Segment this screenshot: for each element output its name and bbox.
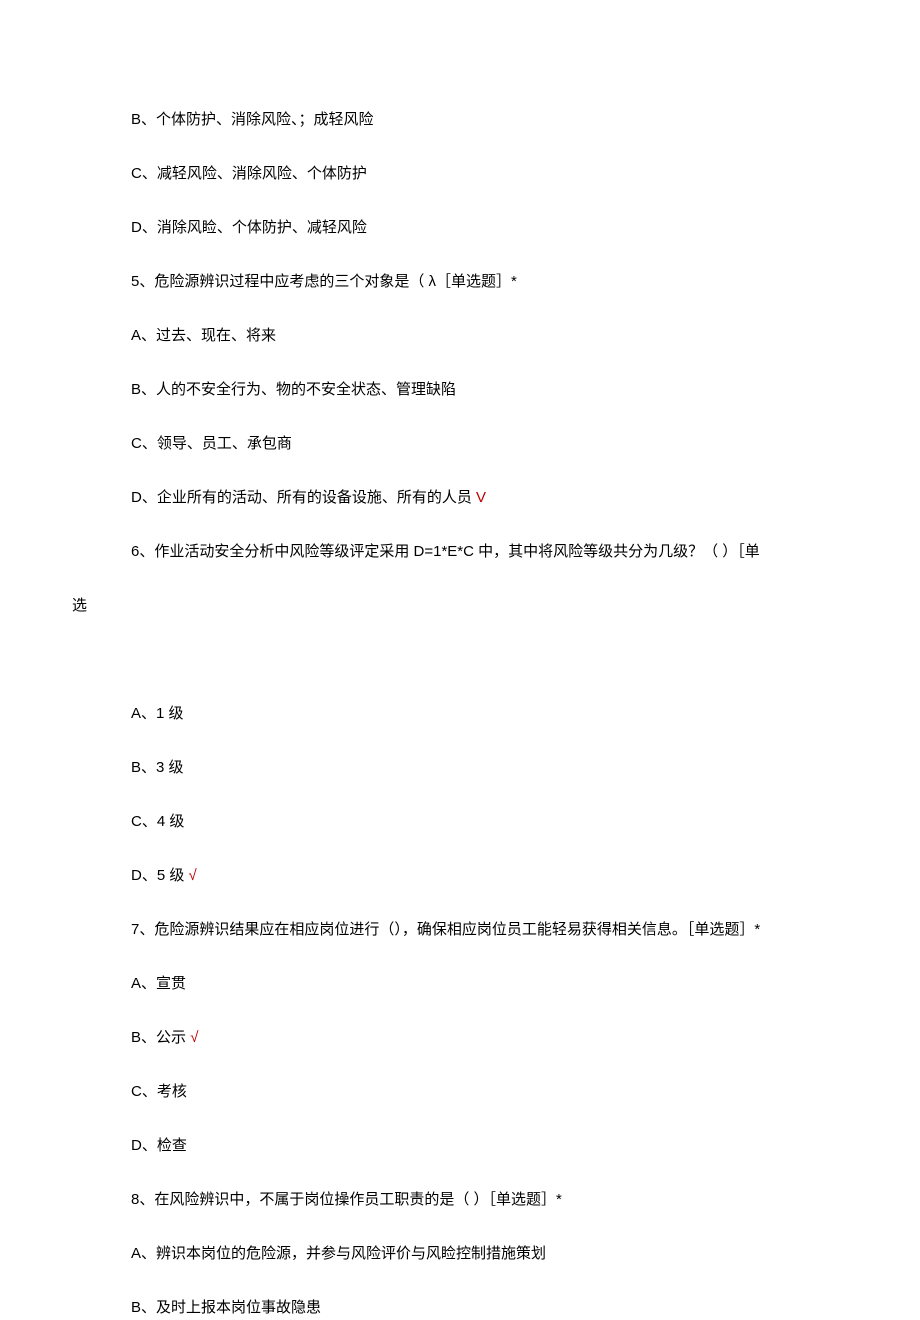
question-text: 8、在风险辨识中，不属于岗位操作员工职责的是（ ）［单选题］* xyxy=(131,1191,562,1208)
option-text: B、3 级 xyxy=(131,759,184,776)
option-q7-d: D、检查 xyxy=(72,1134,848,1158)
option-q4-d: D、消除风睑、个体防护、减轻风险 xyxy=(72,216,848,240)
option-text: C、4 级 xyxy=(131,813,184,830)
question-7-stem: 7、危险源辨识结果应在相应岗位进行（），确保相应岗位员工能轻易获得相关信息。［单… xyxy=(72,918,848,942)
option-q6-c: C、4 级 xyxy=(72,810,848,834)
question-text: 7、危险源辨识结果应在相应岗位进行（），确保相应岗位员工能轻易获得相关信息。［单… xyxy=(131,921,760,938)
option-text: A、辨识本岗位的危险源，并参与风险评价与风睑控制措施策划 xyxy=(131,1245,546,1262)
spacer xyxy=(72,648,848,702)
option-text: C、减轻风险、消除风险、个体防护 xyxy=(131,165,367,182)
option-q5-a: A、过去、现在、将来 xyxy=(72,324,848,348)
check-mark-icon: V xyxy=(476,489,486,506)
option-text: C、考核 xyxy=(131,1083,187,1100)
option-q5-d: D、企业所有的活动、所有的设备设施、所有的人员 V xyxy=(72,486,848,510)
option-text: A、宣贯 xyxy=(131,975,186,992)
question-text: 5、危险源辨识过程中应考虑的三个对象是（ λ［单选题］* xyxy=(131,273,517,290)
question-6-stem: 6、作业活动安全分析中风险等级评定采用 D=1*E*C 中，其中将风险等级共分为… xyxy=(72,540,848,564)
question-text-cont: 选 xyxy=(72,597,87,614)
question-5-stem: 5、危险源辨识过程中应考虑的三个对象是（ λ［单选题］* xyxy=(72,270,848,294)
option-text: D、消除风睑、个体防护、减轻风险 xyxy=(131,219,367,236)
question-8-stem: 8、在风险辨识中，不属于岗位操作员工职责的是（ ）［单选题］* xyxy=(72,1188,848,1212)
option-text: B、及时上报本岗位事故隐患 xyxy=(131,1299,321,1316)
option-text: B、公示 xyxy=(131,1029,190,1046)
question-text: 6、作业活动安全分析中风险等级评定采用 D=1*E*C 中，其中将风险等级共分为… xyxy=(131,543,760,560)
option-q7-c: C、考核 xyxy=(72,1080,848,1104)
option-q8-a: A、辨识本岗位的危险源，并参与风险评价与风睑控制措施策划 xyxy=(72,1242,848,1266)
option-q4-c: C、减轻风险、消除风险、个体防护 xyxy=(72,162,848,186)
option-q5-b: B、人的不安全行为、物的不安全状态、管理缺陷 xyxy=(72,378,848,402)
option-q6-a: A、1 级 xyxy=(72,702,848,726)
option-q8-b: B、及时上报本岗位事故隐患 xyxy=(72,1296,848,1320)
check-mark-icon: √ xyxy=(190,1029,198,1046)
option-text: D、5 级 xyxy=(131,867,189,884)
question-6-stem-cont: 选 xyxy=(72,594,848,618)
option-q7-b: B、公示 √ xyxy=(72,1026,848,1050)
document-content: B、个体防护、消除风险、；成轻风险 C、减轻风险、消除风险、个体防护 D、消除风… xyxy=(0,0,920,1320)
option-text: D、检查 xyxy=(131,1137,187,1154)
option-text: C、领导、员工、承包商 xyxy=(131,435,292,452)
option-text: B、个体防护、消除风险、；成轻风险 xyxy=(131,111,374,128)
option-text: A、1 级 xyxy=(131,705,184,722)
option-q6-b: B、3 级 xyxy=(72,756,848,780)
option-text: A、过去、现在、将来 xyxy=(131,327,276,344)
option-q7-a: A、宣贯 xyxy=(72,972,848,996)
option-text: B、人的不安全行为、物的不安全状态、管理缺陷 xyxy=(131,381,456,398)
option-q6-d: D、5 级 √ xyxy=(72,864,848,888)
option-text: D、企业所有的活动、所有的设备设施、所有的人员 xyxy=(131,489,476,506)
option-q4-b: B、个体防护、消除风险、；成轻风险 xyxy=(72,108,848,132)
check-mark-icon: √ xyxy=(189,867,197,884)
option-q5-c: C、领导、员工、承包商 xyxy=(72,432,848,456)
